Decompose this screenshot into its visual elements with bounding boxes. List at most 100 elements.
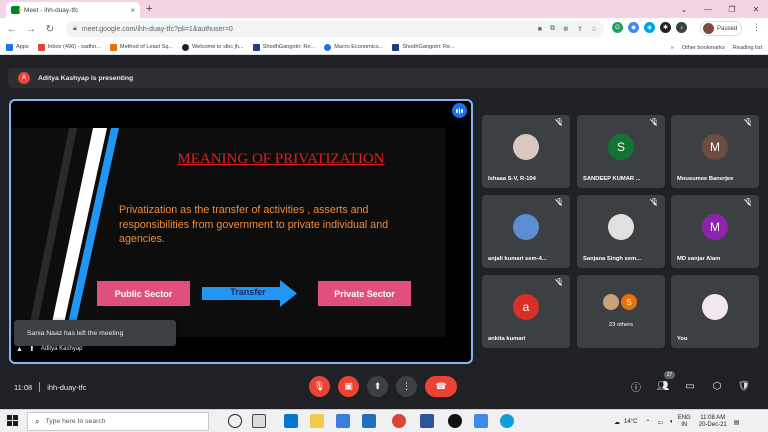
network-icon[interactable]: ▭ [657, 419, 663, 426]
volume-icon[interactable]: 🔈︎ [670, 419, 674, 426]
media-app-icon[interactable] [448, 414, 462, 428]
tab-close-icon[interactable]: × [130, 6, 135, 15]
new-tab-button[interactable]: + [146, 3, 152, 15]
photos-icon[interactable] [474, 414, 488, 428]
mic-off-icon: 🎙︎ [744, 199, 753, 206]
meeting-code: ihh-duay-tfc [47, 382, 87, 392]
participant-name: Sanjana Singh sem... [583, 256, 641, 262]
reload-icon[interactable]: ↻ [43, 22, 57, 36]
activities-button[interactable]: ⬡ [709, 378, 725, 394]
chat-button[interactable]: ▭ [682, 378, 698, 394]
mic-off-icon: 🎙︎ [744, 119, 753, 126]
close-icon[interactable]: ✕ [744, 0, 768, 18]
edge-legacy-icon[interactable] [284, 414, 298, 428]
leave-call-button[interactable]: ☎ [425, 376, 457, 397]
chrome-icon[interactable] [392, 414, 406, 428]
participant-tile[interactable]: 🎙︎ Ishaaa S-V, R-104 [482, 115, 570, 188]
audio-level-icon[interactable] [452, 103, 467, 118]
pin-icon[interactable]: ▲ [16, 346, 23, 353]
task-view-icon[interactable] [252, 414, 266, 428]
window-controls: ⌄ — ❐ ✕ [672, 0, 768, 18]
self-avatar [702, 294, 728, 320]
weather-icon[interactable]: ☁ [614, 419, 620, 426]
browser-menu-icon[interactable]: ⋮ [752, 22, 761, 33]
url-text: meet.google.com/ihh-duay-tfc?pli=1&authu… [81, 25, 233, 33]
participant-tile[interactable]: 🎙︎ M Mousumee Banerjee [671, 115, 759, 188]
share-icon[interactable]: ⇪ [577, 25, 583, 33]
participant-name: SANDEEP KUMAR ... [583, 176, 641, 182]
cortana-icon[interactable] [228, 414, 242, 428]
bookmarks-more-button[interactable]: » [671, 45, 674, 51]
slide: MEANING OF PRIVATIZATION Privatization a… [11, 128, 445, 337]
participant-tile[interactable]: 🎙︎ anjali kumari sem-4... [482, 195, 570, 268]
forward-icon[interactable]: → [24, 22, 38, 36]
camera-toggle-button[interactable]: ▣ [338, 376, 359, 397]
apps-grid-icon [6, 43, 13, 51]
participant-name: ankita kumari [488, 336, 526, 342]
browser-tab-meet[interactable]: Meet - ihh-duay-tfc × [6, 2, 140, 18]
open-in-icon[interactable]: ⧉ [550, 25, 555, 33]
profile-status: Paused [717, 25, 738, 32]
star-icon[interactable]: ☆ [591, 25, 597, 33]
reading-list-button[interactable]: Reading list [733, 45, 762, 51]
language-indicator[interactable]: ENG IN [678, 415, 691, 429]
slide-body: Privatization as the transfer of activit… [119, 204, 389, 245]
back-icon[interactable]: ← [5, 22, 19, 36]
other-bookmarks-button[interactable]: Other bookmarks [682, 45, 725, 51]
participant-tile[interactable]: 🎙︎ a ankita kumari [482, 275, 570, 348]
windows-start-icon[interactable] [7, 415, 18, 426]
participant-tile[interactable]: 🎙︎ S SANDEEP KUMAR ... [577, 115, 665, 188]
notifications-icon[interactable]: ▤ [734, 419, 740, 426]
participant-name: MD sanjar Alam [677, 256, 721, 262]
bookmark-method-least-squares[interactable]: Method of Least Sq... [109, 43, 173, 51]
extension-shield-icon[interactable]: ◆ [628, 22, 639, 33]
extension-diamond-icon[interactable]: ◈ [644, 22, 655, 33]
present-now-button[interactable]: ⬆ [367, 376, 388, 397]
chevron-down-icon[interactable]: ⌄ [672, 0, 696, 18]
maximize-icon[interactable]: ❐ [720, 0, 744, 18]
participant-avatar: a [513, 294, 539, 320]
extension-grammarly-icon[interactable]: G [612, 22, 623, 33]
divider [39, 382, 41, 392]
people-icon: 👥︎ [656, 380, 670, 392]
camera-icon[interactable]: ■ [538, 26, 542, 33]
meeting-details-button[interactable]: ⓘ [628, 378, 644, 394]
taskbar-search[interactable]: ⌕ Type here to search [27, 412, 209, 431]
edge-icon[interactable] [500, 414, 514, 428]
others-tile[interactable]: S 23 others [577, 275, 665, 348]
bookmark-apps[interactable]: Apps [6, 43, 29, 51]
temperature: 14°C [624, 419, 638, 425]
profile-button[interactable]: Paused [700, 21, 743, 36]
participant-tile[interactable]: 🎙︎ M MD sanjar Alam [671, 195, 759, 268]
bookmark-macro-economics[interactable]: Macro Economics... [324, 43, 383, 51]
minimize-icon[interactable]: — [696, 0, 720, 18]
meet-logo-icon [11, 6, 22, 14]
chat-icon: ▭ [685, 380, 695, 392]
bookmarks-right: » Other bookmarks Reading list [671, 40, 762, 55]
mic-toggle-button[interactable]: 🎙︎ [309, 376, 330, 397]
presenter-name-bar: ▲ ⬆ Aditya Kashyap [16, 343, 83, 355]
activities-icon: ⬡ [712, 380, 722, 392]
media-control-icon[interactable]: ♪ [676, 22, 687, 33]
participant-tile[interactable]: 🎙︎ Sanjana Singh sem... [577, 195, 665, 268]
word-icon[interactable] [420, 414, 434, 428]
host-controls-button[interactable]: 🛡︎ [736, 378, 752, 394]
bookmark-slbc[interactable]: Welcome to slbc jh... [182, 43, 244, 51]
mail-icon[interactable] [362, 414, 376, 428]
zoom-icon[interactable]: ⊕ [563, 25, 569, 33]
chevron-up-icon[interactable]: ⌃ [645, 419, 650, 426]
bookmark-inbox[interactable]: Inbox (496) - sadhn... [37, 43, 101, 51]
more-vert-icon: ⋮ [402, 381, 411, 391]
participant-avatar: M [702, 134, 728, 160]
bookmark-shodhgangotri-2[interactable]: ShodhGangotri: Re... [392, 43, 455, 51]
bookmark-shodhgangotri-1[interactable]: ShodhGangotri: Re... [252, 43, 315, 51]
file-explorer-icon[interactable] [310, 414, 324, 428]
presenting-banner: A Aditya Kashyap is presenting [8, 68, 768, 88]
more-options-button[interactable]: ⋮ [396, 376, 417, 397]
address-bar[interactable]: 🔒︎ meet.google.com/ihh-duay-tfc?pli=1&au… [66, 21, 604, 37]
taskbar-clock[interactable]: 11:08 AM 20-Dec-21 [699, 415, 727, 429]
people-button[interactable]: 👥︎ [655, 378, 671, 394]
self-tile[interactable]: You [671, 275, 759, 348]
extensions-puzzle-icon[interactable]: ✱ [660, 22, 671, 33]
store-icon[interactable] [336, 414, 350, 428]
